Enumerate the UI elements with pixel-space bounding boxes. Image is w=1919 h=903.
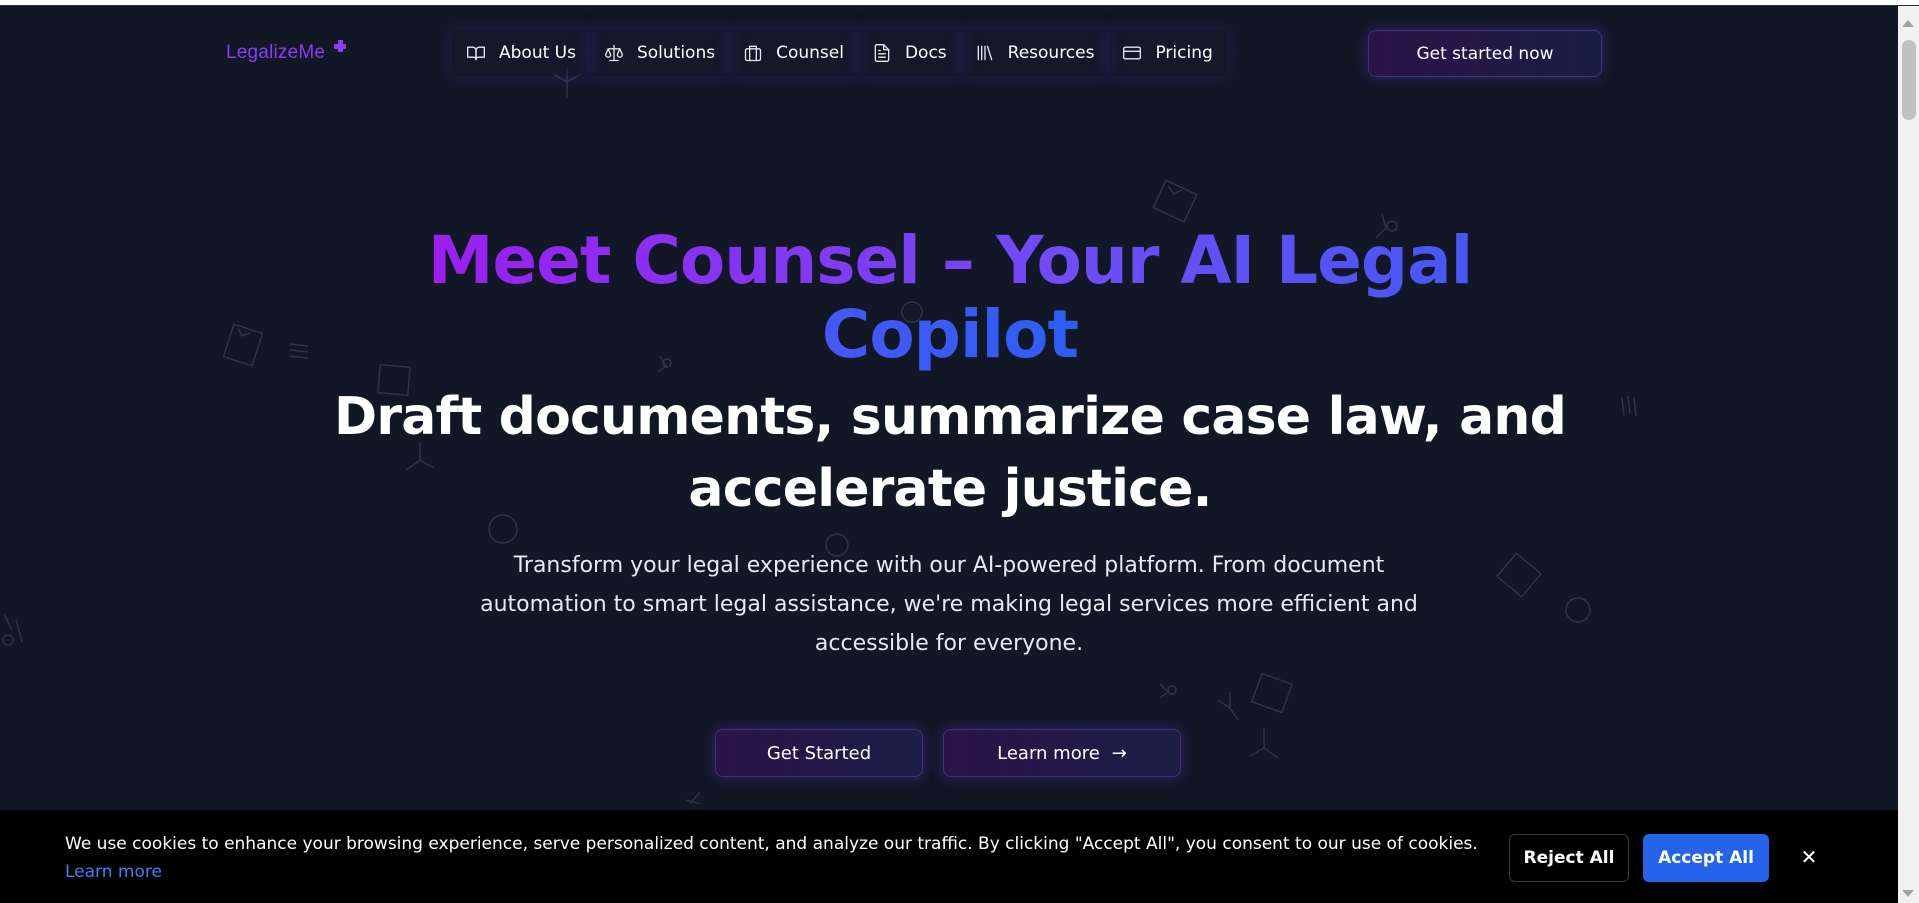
library-icon <box>977 45 992 61</box>
close-icon[interactable]: ✕ <box>1796 844 1822 870</box>
nav-item-label: Docs <box>904 43 947 63</box>
scrollbar[interactable] <box>1898 6 1919 903</box>
deco-box-icon <box>1152 179 1198 223</box>
credit-card-icon <box>1123 46 1142 60</box>
deco-box-icon <box>222 323 264 367</box>
nav-item-pricing[interactable]: Pricing <box>1108 30 1227 76</box>
hero-title-text: Meet Counsel – Your AI Legal Copilot <box>427 222 1474 373</box>
get-started-now-button[interactable]: Get started now <box>1368 30 1602 77</box>
brand-logo-text[interactable]: LegalizeMe <box>226 42 325 64</box>
main-nav: About Us Solutions Counsel Docs Resource… <box>452 30 1227 76</box>
page: LegalizeMe About Us Solutions Counsel Do… <box>0 0 1919 903</box>
nav-item-label: Solutions <box>636 43 716 63</box>
cookie-banner: We use cookies to enhance your browsing … <box>0 810 1898 903</box>
deco-circle <box>1565 597 1591 623</box>
learn-more-button[interactable]: Learn more → <box>943 729 1181 777</box>
deco-scissor-icon <box>2 613 23 646</box>
nav-item-resources[interactable]: Resources <box>960 30 1109 76</box>
cookie-banner-text: We use cookies to enhance your browsing … <box>65 830 1495 886</box>
hero-subtitle: Draft documents, summarize case law, and… <box>334 387 1567 519</box>
deco-tri-icon <box>1217 692 1239 721</box>
scale-icon <box>604 44 623 62</box>
deco-tri-icon <box>685 791 701 805</box>
get-started-button[interactable]: Get Started <box>715 729 923 777</box>
book-open-icon <box>467 46 485 61</box>
deco-scissor-icon <box>1159 683 1177 699</box>
nav-item-counsel[interactable]: Counsel <box>729 30 858 76</box>
document-icon <box>874 44 890 62</box>
cookie-learn-more-link[interactable]: Learn more <box>65 862 162 882</box>
deco-lines-icon <box>289 343 309 359</box>
cookie-message: We use cookies to enhance your browsing … <box>65 834 1478 854</box>
nav-item-label: Pricing <box>1155 43 1213 63</box>
scroll-up-icon[interactable] <box>1902 20 1914 27</box>
nav-item-docs[interactable]: Docs <box>857 30 961 76</box>
deco-tri-icon <box>1249 728 1279 759</box>
briefcase-icon <box>744 45 762 62</box>
scroll-thumb[interactable] <box>1902 40 1916 120</box>
nav-item-about-us[interactable]: About Us <box>452 30 590 76</box>
hero-description: Transform your legal experience with our… <box>480 553 1418 656</box>
arrow-right-icon: → <box>1111 742 1127 764</box>
hero-title: Meet Counsel – Your AI Legal Copilot <box>330 224 1570 372</box>
deco-box-icon <box>1250 672 1294 714</box>
nav-item-label: About Us <box>499 43 576 63</box>
scroll-down-icon[interactable] <box>1902 890 1914 897</box>
reject-all-button[interactable]: Reject All <box>1509 834 1629 882</box>
brand-logo-icon <box>334 40 346 52</box>
deco-box-icon <box>1496 552 1542 598</box>
nav-item-label: Resources <box>1007 43 1095 63</box>
deco-lines-icon <box>1621 395 1637 417</box>
learn-more-label: Learn more <box>997 742 1100 764</box>
nav-item-label: Counsel <box>776 43 844 63</box>
nav-item-solutions[interactable]: Solutions <box>589 30 730 76</box>
accept-all-button[interactable]: Accept All <box>1643 834 1769 882</box>
